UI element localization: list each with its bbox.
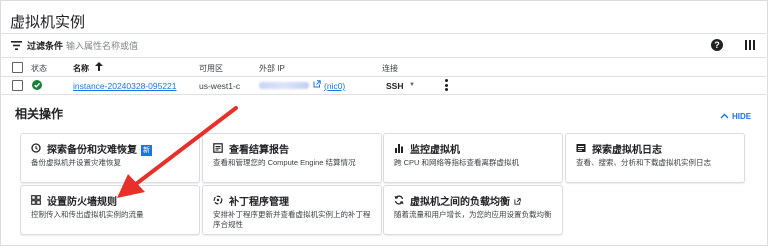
card-title: 虚拟机之间的负载均衡 bbox=[410, 193, 521, 208]
card-description: 安排补丁程序更新并查看虚拟机实例上的补丁程序合规性 bbox=[213, 210, 371, 229]
column-display-icon[interactable] bbox=[745, 40, 756, 50]
filter-bar: 过滤条件 输入属性名称或值 ? bbox=[0, 34, 766, 56]
shield-backup-icon bbox=[31, 143, 41, 153]
row-checkbox[interactable] bbox=[12, 80, 23, 91]
card-description: 查看和管理您的 Compute Engine 结算情况 bbox=[213, 158, 356, 167]
new-badge: 新 bbox=[141, 145, 152, 156]
card-title: 查看结算报告 bbox=[229, 145, 289, 156]
card-backup-dr[interactable]: 探索备份和灾难恢复新 备份虚拟机并设置灾难恢复 bbox=[20, 133, 200, 183]
open-in-new-icon bbox=[514, 198, 521, 205]
receipt-icon bbox=[213, 143, 223, 153]
filter-icon[interactable] bbox=[11, 41, 22, 50]
sort-ascending-icon[interactable] bbox=[95, 62, 103, 71]
column-header-connect: 连接 bbox=[382, 64, 398, 73]
hide-button[interactable]: HIDE bbox=[732, 112, 751, 121]
column-header-zone[interactable]: 可用区 bbox=[199, 63, 223, 74]
card-title: 设置防火墙规则 bbox=[47, 197, 117, 208]
card-vm-logs[interactable]: 探索虚拟机日志 查看、搜索、分析和下载虚拟机实例日志 bbox=[565, 133, 745, 183]
bar-chart-icon bbox=[395, 144, 403, 153]
card-monitor-vm[interactable]: 监控虚拟机 跨 CPU 和网络等指标查看离群虚拟机 bbox=[383, 133, 563, 183]
filter-label[interactable]: 过滤条件 bbox=[27, 39, 63, 52]
ssh-button[interactable]: SSH bbox=[386, 81, 403, 91]
select-all-checkbox[interactable] bbox=[12, 62, 23, 73]
card-description: 备份虚拟机并设置灾难恢复 bbox=[31, 158, 121, 167]
logs-icon bbox=[576, 144, 586, 152]
more-actions-icon[interactable] bbox=[445, 79, 448, 91]
related-actions-title: 相关操作 bbox=[15, 107, 64, 121]
page-title: 虚拟机实例 bbox=[10, 14, 86, 31]
card-title: 探索备份和灾难恢复新 bbox=[47, 145, 152, 156]
card-firewall-rules[interactable]: 设置防火墙规则 控制传入和传出虚拟机实例的流量 bbox=[20, 185, 200, 235]
open-in-new-icon[interactable] bbox=[313, 80, 321, 88]
divider bbox=[0, 94, 766, 95]
chevron-up-icon[interactable] bbox=[720, 113, 729, 119]
divider bbox=[0, 57, 766, 58]
card-title: 监控虚拟机 bbox=[410, 145, 460, 156]
external-ip-redacted bbox=[259, 82, 309, 89]
card-description: 随着流量和用户增长，为您的应用设置负载均衡 bbox=[394, 210, 552, 219]
sync-icon bbox=[394, 195, 404, 205]
instance-name-link[interactable]: instance-20240328-095221 bbox=[73, 81, 177, 91]
column-header-name[interactable]: 名称 bbox=[73, 63, 89, 74]
nic-link[interactable]: (nic0) bbox=[324, 81, 345, 91]
card-title: 探索虚拟机日志 bbox=[592, 145, 662, 156]
instance-zone: us-west1-c bbox=[199, 81, 241, 91]
column-header-status[interactable]: 状态 bbox=[31, 63, 47, 74]
card-description: 跨 CPU 和网络等指标查看离群虚拟机 bbox=[394, 158, 520, 167]
firewall-icon bbox=[31, 195, 41, 205]
card-patch-management[interactable]: 补丁程序管理 安排补丁程序更新并查看虚拟机实例上的补丁程序合规性 bbox=[202, 185, 382, 235]
running-status-icon bbox=[32, 80, 42, 90]
card-billing-report[interactable]: 查看结算报告 查看和管理您的 Compute Engine 结算情况 bbox=[202, 133, 382, 183]
card-load-balancing[interactable]: 虚拟机之间的负载均衡 随着流量和用户增长，为您的应用设置负载均衡 bbox=[383, 185, 563, 235]
column-header-external-ip[interactable]: 外部 IP bbox=[259, 63, 285, 74]
card-description: 控制传入和传出虚拟机实例的流量 bbox=[31, 210, 144, 219]
help-icon[interactable]: ? bbox=[711, 39, 723, 51]
divider bbox=[0, 76, 766, 77]
card-title: 补丁程序管理 bbox=[229, 197, 289, 208]
filter-input[interactable]: 输入属性名称或值 bbox=[66, 39, 138, 52]
card-description: 查看、搜索、分析和下载虚拟机实例日志 bbox=[576, 158, 711, 167]
chevron-down-icon[interactable]: ▼ bbox=[409, 82, 415, 88]
patch-icon bbox=[213, 195, 223, 205]
